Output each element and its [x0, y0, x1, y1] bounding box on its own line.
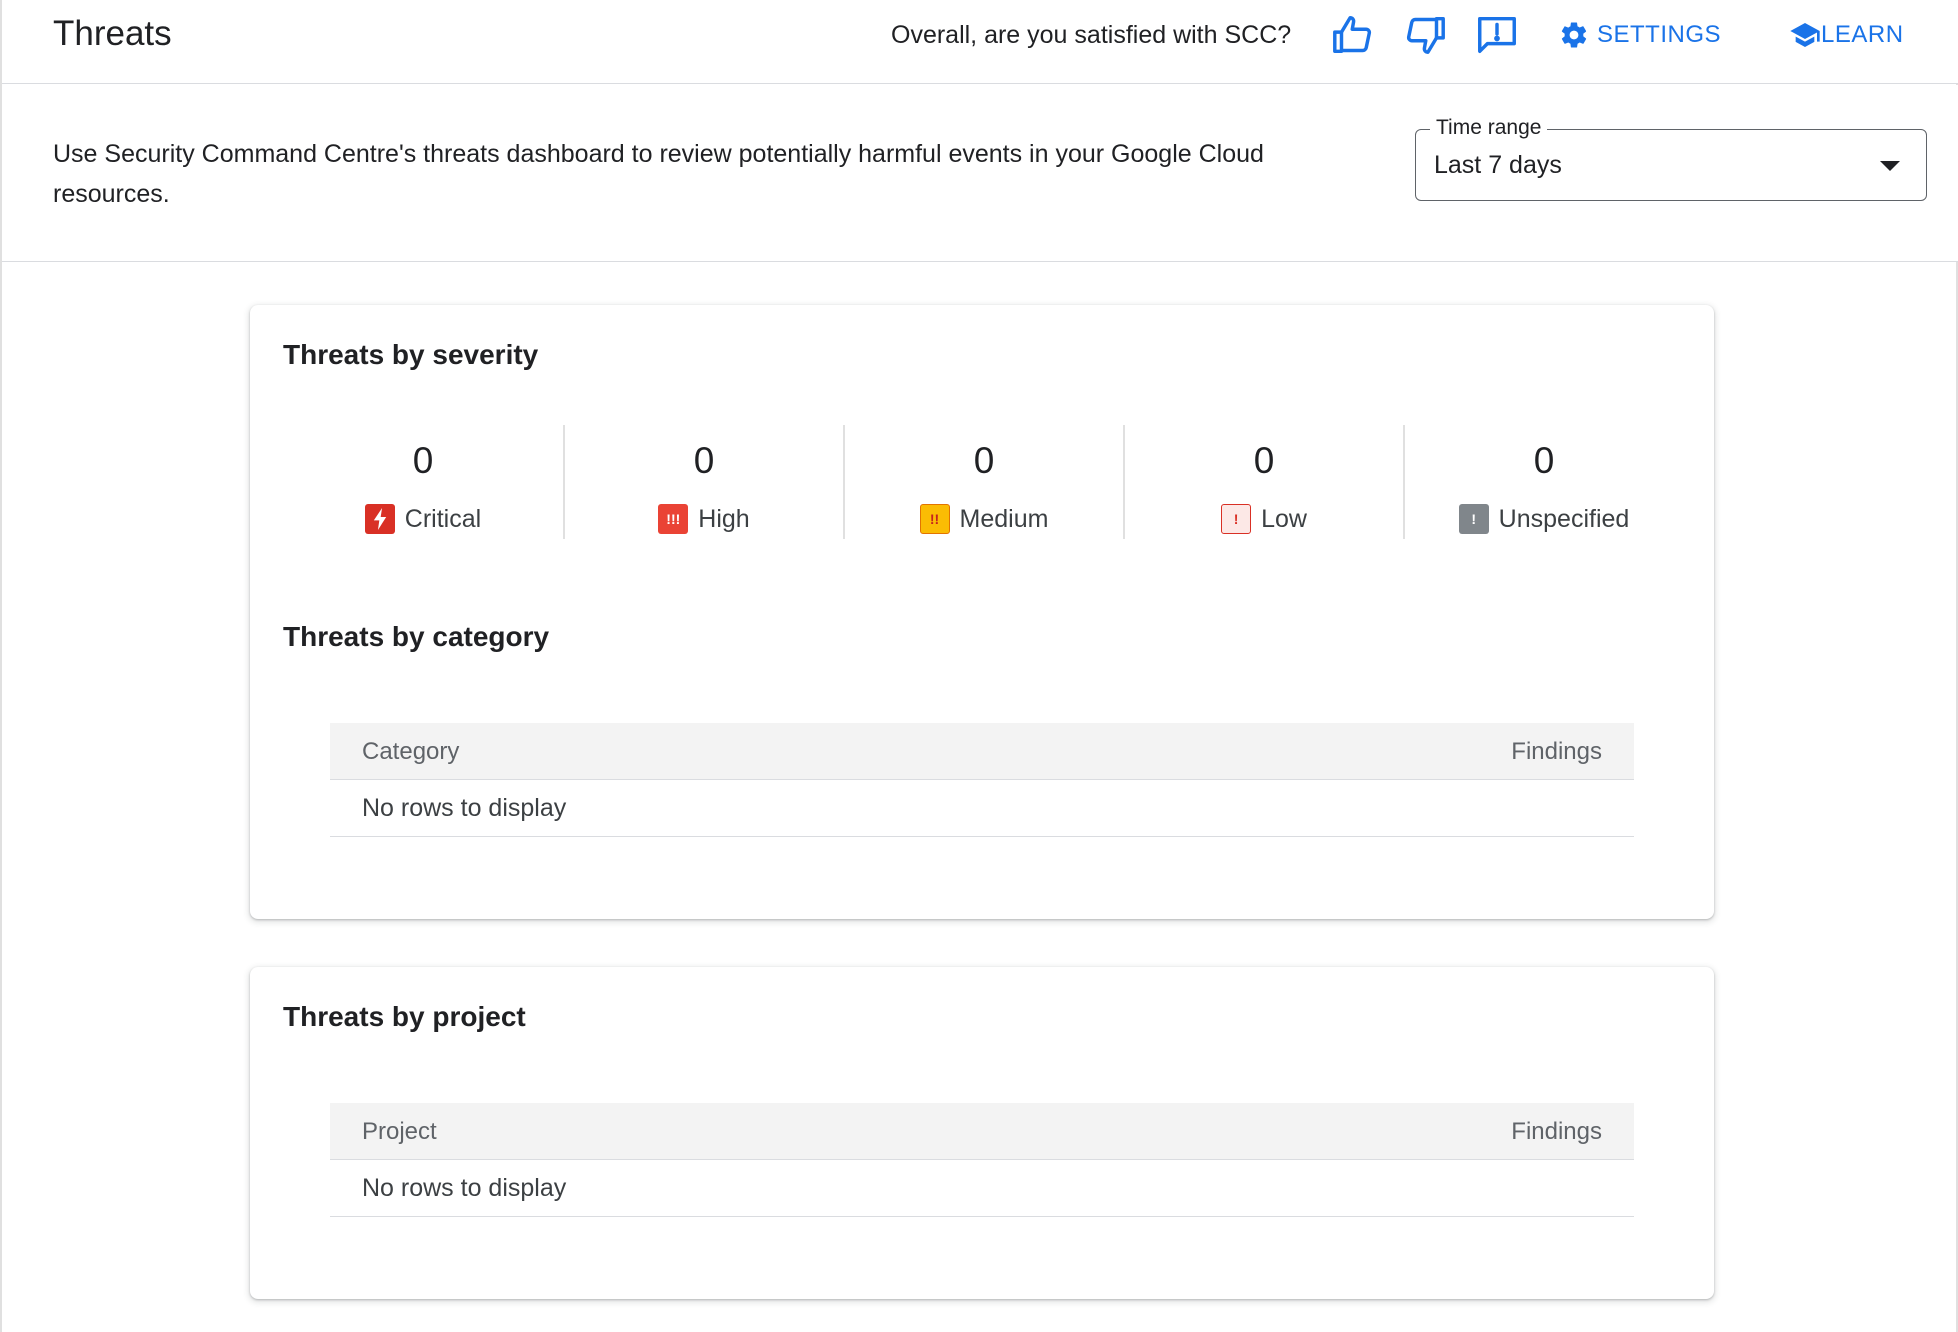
- thumb-up-icon: [1333, 16, 1372, 54]
- threats-by-project-card: Threats by project Project Findings No r…: [250, 967, 1714, 1299]
- severity-medium[interactable]: 0 !! Medium: [843, 425, 1123, 539]
- severity-count: 0: [973, 440, 995, 481]
- column-header-findings[interactable]: Findings: [1511, 1103, 1602, 1160]
- severity-count: 0: [412, 440, 434, 481]
- time-range-select[interactable]: Time range Last 7 days: [1415, 115, 1927, 201]
- intro-section: Use Security Command Centre's threats da…: [2, 85, 1958, 262]
- page-header: Threats Overall, are you satisfied with …: [2, 0, 1958, 84]
- severity-high[interactable]: 0 !!! High: [563, 425, 843, 539]
- table-empty-row: No rows to display: [330, 780, 1634, 837]
- critical-icon: [364, 504, 395, 534]
- severity-label: Critical: [404, 504, 482, 533]
- gear-icon: [1561, 22, 1587, 48]
- dropdown-arrow-icon: [1880, 161, 1900, 171]
- survey-question: Overall, are you satisfied with SCC?: [891, 21, 1292, 49]
- settings-label: SETTINGS: [1597, 21, 1722, 48]
- severity-count: 0: [1253, 440, 1275, 481]
- high-icon: !!!: [658, 504, 689, 534]
- feedback-button[interactable]: [1472, 10, 1522, 60]
- column-header-category[interactable]: Category: [362, 723, 459, 780]
- severity-label: High: [698, 504, 750, 533]
- table-header: Category Findings: [330, 723, 1634, 780]
- severity-card-title: Threats by severity: [283, 339, 539, 370]
- table-empty-row: No rows to display: [330, 1160, 1634, 1217]
- severity-low[interactable]: 0 ! Low: [1123, 425, 1403, 539]
- severity-count: 0: [693, 440, 715, 481]
- column-header-findings[interactable]: Findings: [1511, 723, 1602, 780]
- table-header: Project Findings: [330, 1103, 1634, 1160]
- category-table: Category Findings No rows to display: [330, 723, 1634, 837]
- severity-count: 0: [1533, 440, 1555, 481]
- category-card-title: Threats by category: [283, 621, 550, 652]
- severity-unspecified[interactable]: 0 ! Unspecified: [1403, 425, 1683, 539]
- school-icon: [1790, 23, 1820, 47]
- column-header-project[interactable]: Project: [362, 1103, 437, 1160]
- learn-label: LEARN: [1821, 21, 1904, 48]
- low-icon: !: [1221, 504, 1252, 534]
- severity-critical[interactable]: 0 Critical: [283, 425, 563, 539]
- medium-icon: !!: [919, 504, 950, 534]
- project-table: Project Findings No rows to display: [330, 1103, 1634, 1217]
- unspecified-icon: !: [1458, 504, 1489, 534]
- severity-label: Medium: [959, 504, 1049, 533]
- thumb-up-button[interactable]: [1328, 10, 1378, 60]
- severity-label: Unspecified: [1498, 504, 1630, 533]
- project-card-title: Threats by project: [283, 1001, 526, 1032]
- empty-message: No rows to display: [362, 1174, 567, 1202]
- time-range-value: Last 7 days: [1434, 151, 1562, 179]
- severity-label: Low: [1261, 504, 1307, 533]
- thumb-down-icon: [1406, 16, 1445, 54]
- learn-button[interactable]: LEARN: [1789, 14, 1904, 56]
- intro-description: Use Security Command Centre's threats da…: [53, 140, 1264, 208]
- page-title: Threats: [53, 14, 172, 53]
- threats-by-severity-card: Threats by severity 0 Critical 0 !!! Hig…: [250, 305, 1714, 919]
- page-frame: Threats Overall, are you satisfied with …: [0, 0, 1958, 1332]
- empty-message: No rows to display: [362, 794, 567, 822]
- feedback-icon: [1478, 16, 1516, 54]
- settings-button[interactable]: SETTINGS: [1559, 14, 1721, 56]
- time-range-label: Time range: [1430, 115, 1548, 141]
- severity-summary: 0 Critical 0 !!! High 0 !! Medium 0 ! Lo…: [283, 425, 1683, 539]
- thumb-down-button[interactable]: [1400, 10, 1450, 60]
